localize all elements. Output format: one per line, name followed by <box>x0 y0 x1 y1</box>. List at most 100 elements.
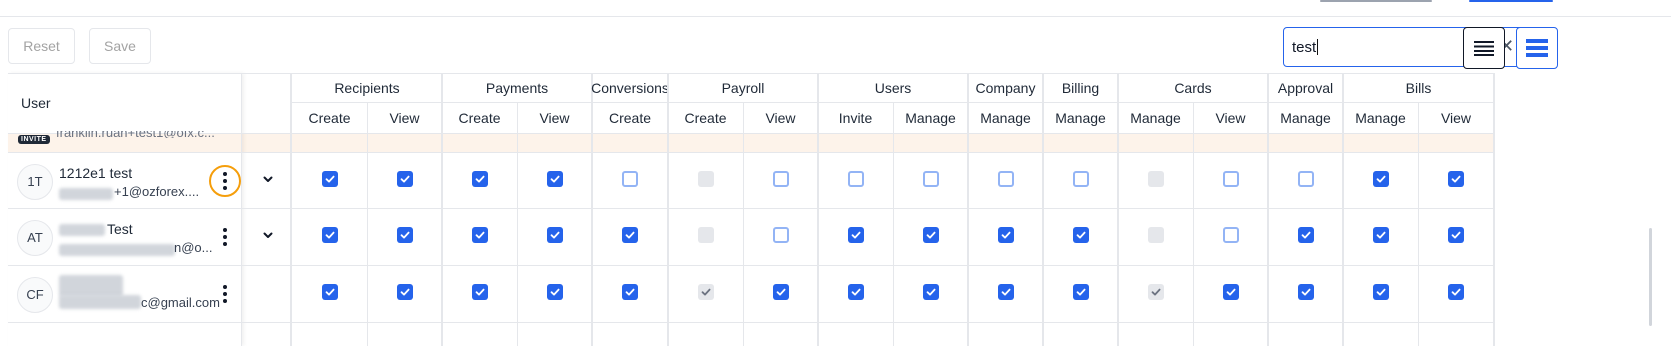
group-header: Bills <box>1405 79 1432 96</box>
permission-checkbox[interactable] <box>1072 170 1089 187</box>
permission-checkbox[interactable] <box>471 170 488 187</box>
grid-divider <box>893 102 894 346</box>
group-header: Cards <box>1174 79 1212 96</box>
permission-checkbox[interactable] <box>772 226 789 243</box>
reset-button[interactable]: Reset <box>8 28 75 64</box>
row-menu-button[interactable] <box>211 280 239 308</box>
permission-checkbox[interactable] <box>622 283 638 300</box>
menu-lines-icon <box>1474 41 1494 56</box>
permission-checkbox[interactable] <box>1072 226 1089 243</box>
density-comfortable-button[interactable] <box>1463 27 1505 69</box>
permission-checkbox[interactable] <box>396 226 413 243</box>
avatar: AT <box>17 219 53 256</box>
permission-checkbox[interactable] <box>997 283 1014 300</box>
density-compact-button[interactable] <box>1516 27 1558 69</box>
permission-checkbox[interactable] <box>1222 170 1239 187</box>
kebab-icon <box>223 171 227 190</box>
group-header: Payroll <box>721 79 765 96</box>
permission-checkbox[interactable] <box>546 283 563 300</box>
grid-divider <box>8 208 1494 209</box>
grid-divider <box>292 102 1494 103</box>
permission-checkbox[interactable] <box>847 226 864 243</box>
permission-checkbox[interactable] <box>321 283 338 300</box>
kebab-icon <box>223 284 227 303</box>
chevron-down-icon[interactable] <box>261 172 275 186</box>
row-menu-button[interactable] <box>211 223 239 251</box>
column-header: View <box>1215 109 1246 126</box>
chevron-down-icon[interactable] <box>261 228 275 242</box>
permission-checkbox[interactable] <box>396 170 413 187</box>
permission-checkbox[interactable] <box>471 283 488 300</box>
column-header: Manage <box>1280 109 1331 126</box>
permission-checkbox[interactable] <box>1297 170 1314 187</box>
permission-checkbox[interactable] <box>622 170 638 187</box>
compact-lines-icon <box>1526 39 1548 57</box>
kebab-icon <box>223 227 227 246</box>
permission-checkbox <box>697 226 714 243</box>
redacted-email <box>59 244 175 256</box>
permission-checkbox[interactable] <box>772 170 789 187</box>
permission-checkbox[interactable] <box>997 226 1014 243</box>
user-email: c@gmail.com <box>141 295 220 310</box>
permission-checkbox[interactable] <box>1297 226 1314 243</box>
save-button[interactable]: Save <box>89 28 151 64</box>
permission-checkbox[interactable] <box>396 283 413 300</box>
redacted-email <box>59 188 113 200</box>
permission-checkbox[interactable] <box>622 226 638 243</box>
header-divider <box>0 16 1671 17</box>
column-header: View <box>1440 109 1472 126</box>
column-header: Invite <box>838 109 873 126</box>
permission-checkbox[interactable] <box>847 170 864 187</box>
grid-divider <box>8 265 1494 266</box>
invite-email: franklin.ruan+test1@ofx.c... <box>56 131 246 138</box>
column-header: Manage <box>1055 109 1106 126</box>
user-name: Test <box>107 221 133 237</box>
avatar: CF <box>17 276 53 313</box>
grid-divider <box>8 322 1494 323</box>
permission-checkbox[interactable] <box>1297 283 1314 300</box>
permission-checkbox[interactable] <box>546 170 563 187</box>
permission-checkbox[interactable] <box>1222 283 1239 300</box>
column-header: Manage <box>1130 109 1181 126</box>
permission-checkbox[interactable] <box>321 226 338 243</box>
permission-checkbox[interactable] <box>922 170 939 187</box>
permission-checkbox[interactable] <box>1372 170 1389 187</box>
top-control-fragment <box>1320 0 1432 2</box>
permission-checkbox[interactable] <box>922 283 939 300</box>
group-header: Users <box>874 79 912 96</box>
column-header: View <box>539 109 570 126</box>
grid-divider <box>1418 102 1419 346</box>
permission-checkbox[interactable] <box>847 283 864 300</box>
permission-checkbox[interactable] <box>772 283 789 300</box>
search-input[interactable]: test ✕ <box>1283 27 1549 67</box>
permission-checkbox[interactable] <box>546 226 563 243</box>
permission-checkbox[interactable] <box>1448 226 1464 243</box>
permission-checkbox[interactable] <box>922 226 939 243</box>
redacted-name <box>59 275 123 297</box>
permission-checkbox[interactable] <box>1448 283 1464 300</box>
permission-checkbox[interactable] <box>997 170 1014 187</box>
permission-checkbox[interactable] <box>1448 170 1464 187</box>
permission-checkbox[interactable] <box>1372 283 1389 300</box>
user-email: +1@ozforex.... <box>114 184 200 199</box>
group-header: Conversions <box>591 79 669 96</box>
permission-checkbox <box>697 283 714 300</box>
group-header: Payments <box>485 79 549 96</box>
grid-divider <box>1193 102 1194 346</box>
column-header: View <box>765 109 796 126</box>
grid-divider <box>367 102 368 346</box>
permission-checkbox[interactable] <box>1072 283 1089 300</box>
user-name: 1212e1 test <box>59 165 133 181</box>
search-value: test <box>1292 39 1317 56</box>
vertical-scrollbar[interactable] <box>1649 228 1652 326</box>
permission-checkbox[interactable] <box>1372 226 1389 243</box>
permission-checkbox[interactable] <box>471 226 488 243</box>
permission-checkbox[interactable] <box>321 170 338 187</box>
permission-checkbox[interactable] <box>1222 226 1239 243</box>
row-menu-button[interactable] <box>209 164 241 197</box>
group-header: Approval <box>1277 79 1334 96</box>
column-header: Manage <box>905 109 956 126</box>
column-header: View <box>389 109 420 126</box>
grid-divider <box>8 73 1494 74</box>
grid-divider <box>8 152 1494 153</box>
